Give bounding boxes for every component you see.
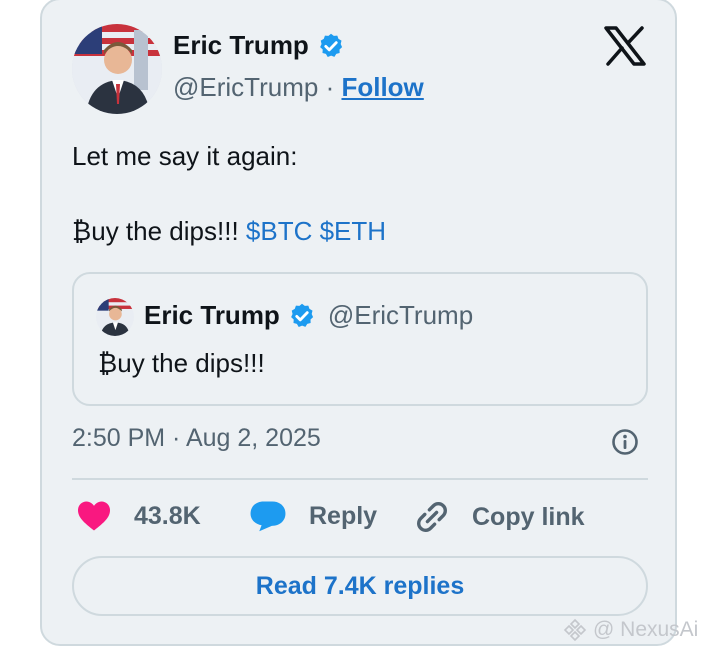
watermark-text: @ NexusAi [593,618,699,641]
follow-link[interactable]: Follow [341,72,423,102]
heart-icon [78,501,110,531]
quoted-author-name: Eric Trump [144,300,280,330]
quoted-author-handle: @EricTrump [327,300,474,330]
watermark-logo-icon [563,618,587,642]
author-photo [72,24,162,114]
copy-link-button[interactable]: Copy link [414,500,585,534]
author-handle[interactable]: @EricTrump [173,72,318,102]
author-avatar[interactable] [72,24,162,114]
x-logo-icon[interactable] [604,26,646,66]
tweet-timestamp[interactable]: 2:50 PM · Aug 2, 2025 [72,424,321,453]
reply-label: Reply [309,501,378,530]
link-icon [417,502,447,532]
quoted-author-row: Eric Trump @EricTrump [144,300,473,331]
cashtag-links[interactable]: $BTC $ETH [246,216,386,246]
watermark: @ NexusAi [563,618,698,642]
quoted-author-photo [96,298,134,336]
tweet-text-line-1: Let me say it again: [72,141,298,171]
like-count: 43.8K [134,501,201,530]
author-name: Eric Trump [173,30,309,60]
verified-badge-icon [319,33,342,57]
copy-link-label: Copy link [472,502,585,531]
tweet-embed-card: Eric Trump @EricTrump · Follow Let me sa… [40,0,677,646]
info-icon[interactable] [611,428,639,456]
quoted-tweet[interactable]: Eric Trump @EricTrump ₿uy the dips!!! [72,272,648,406]
author-name-row[interactable]: Eric Trump [173,30,345,61]
tweet-text: ₿uy the dips!!! [72,216,239,246]
quoted-avatar [96,298,134,336]
reply-button[interactable]: Reply [249,500,377,532]
handle-separator: · [325,72,335,102]
like-button[interactable]: 43.8K [76,500,201,532]
verified-badge-icon [290,303,313,327]
read-replies-button[interactable]: Read 7.4K replies [72,556,648,616]
tweet-text-line-2: ₿uy the dips!!! $BTC $ETH [72,216,386,247]
actions-divider [72,478,648,480]
quoted-tweet-text: ₿uy the dips!!! [98,348,265,378]
reply-bubble-icon [250,501,286,532]
author-handle-row: @EricTrump · Follow [173,72,424,103]
